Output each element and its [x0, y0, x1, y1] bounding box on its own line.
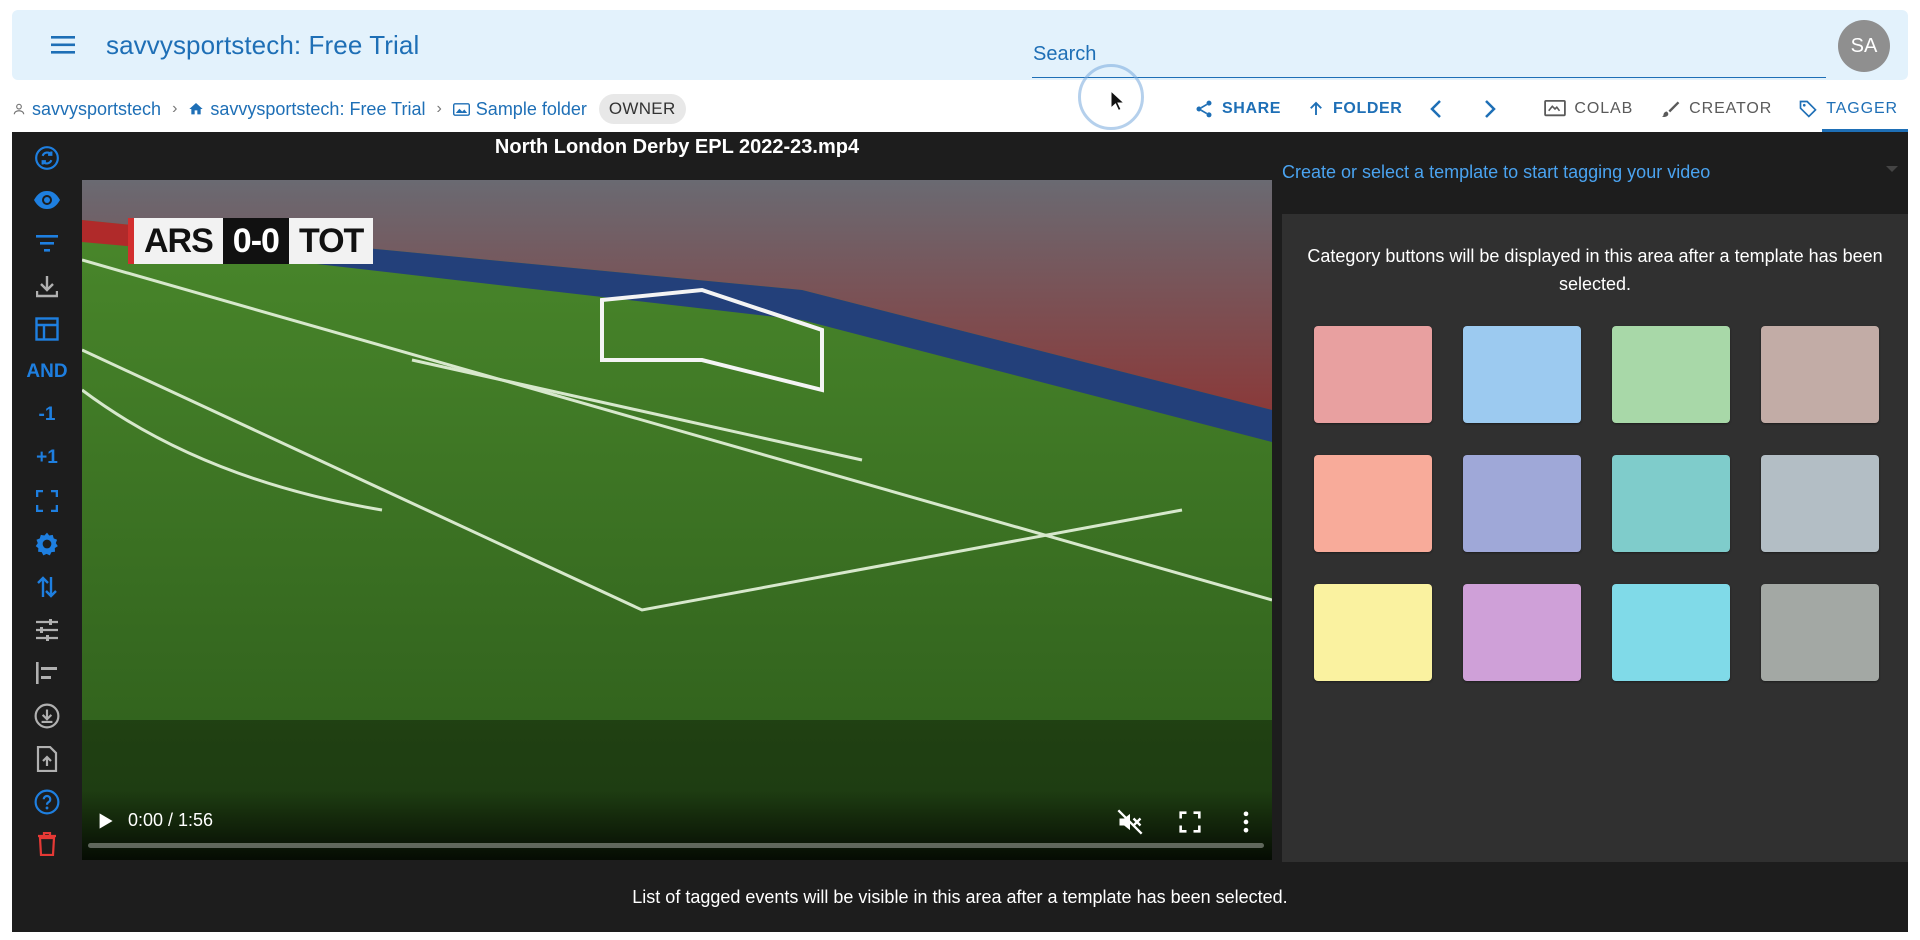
download-circle-icon[interactable] [12, 696, 82, 736]
scorebug: ARS 0-0 TOT [128, 218, 374, 264]
filter-icon[interactable] [12, 223, 82, 263]
breadcrumb-item-folder[interactable]: Sample folder [452, 98, 587, 120]
category-swatch[interactable] [1761, 326, 1879, 423]
tagger-workspace: AND -1 +1 North London Derby EPL 2022-23… [12, 132, 1908, 932]
tag-icon [1799, 100, 1817, 118]
toolbar-actions: SHARE FOLDER COLAB CREATOR TAGGER [1194, 90, 1908, 132]
colab-button[interactable]: COLAB [1544, 100, 1633, 118]
colab-icon [1544, 100, 1567, 117]
template-select[interactable]: Create or select a template to start tag… [1282, 152, 1908, 192]
category-buttons-area: Category buttons will be displayed in th… [1282, 214, 1908, 862]
tagger-tab[interactable]: TAGGER [1798, 99, 1898, 119]
settings-icon[interactable] [12, 524, 82, 564]
breadcrumb-separator: › [172, 100, 178, 117]
breadcrumb-label: savvysportstech [32, 98, 162, 119]
breadcrumb-label: Sample folder [475, 98, 587, 119]
score: 0-0 [222, 218, 289, 264]
next-button[interactable] [1472, 91, 1508, 127]
category-swatch[interactable] [1463, 455, 1581, 552]
video-time: 0:00 / 1:56 [128, 810, 214, 830]
sync-icon[interactable] [12, 138, 82, 178]
menu-icon[interactable] [38, 19, 90, 71]
person-icon [13, 103, 25, 115]
help-icon[interactable] [12, 782, 82, 822]
tagger-label: TAGGER [1826, 100, 1898, 117]
avatar[interactable]: SA [1838, 20, 1890, 72]
sort-icon[interactable] [12, 567, 82, 607]
upload-file-icon[interactable] [12, 739, 82, 779]
align-left-icon[interactable] [12, 653, 82, 693]
fullscreen-icon[interactable] [12, 481, 82, 521]
download-icon[interactable] [12, 266, 82, 306]
share-button[interactable]: SHARE [1194, 99, 1281, 119]
away-team: TOT [288, 218, 374, 264]
tune-icon[interactable] [12, 610, 82, 650]
breadcrumb-item-org[interactable]: savvysportstech [12, 99, 161, 120]
breadcrumb-item-workspace[interactable]: savvysportstech: Free Trial [188, 99, 425, 120]
category-swatch[interactable] [1314, 455, 1432, 552]
app-title: savvysportstech: Free Trial [106, 29, 420, 60]
eye-icon[interactable] [12, 180, 82, 220]
breadcrumb-label: savvysportstech: Free Trial [210, 98, 426, 119]
category-swatch[interactable] [1761, 455, 1879, 552]
share-label: SHARE [1222, 100, 1282, 117]
role-chip: OWNER [598, 94, 686, 124]
mute-icon[interactable] [1116, 808, 1144, 836]
colab-label: COLAB [1574, 100, 1634, 117]
more-options-icon[interactable] [1232, 808, 1260, 836]
app-root: savvysportstech: Free Trial SA savvyspor… [0, 0, 1920, 940]
video-player[interactable]: ARS 0-0 TOT 0:00 / 1:56 [82, 180, 1272, 860]
play-icon[interactable] [92, 808, 118, 834]
minus-one-button[interactable]: -1 [12, 395, 82, 435]
category-swatch[interactable] [1463, 584, 1581, 681]
category-swatch[interactable] [1463, 326, 1581, 423]
creator-label: CREATOR [1689, 100, 1773, 117]
search-field[interactable] [1032, 32, 1826, 78]
template-prompt: Create or select a template to start tag… [1282, 161, 1711, 182]
video-title: North London Derby EPL 2022-23.mp4 [494, 136, 860, 158]
category-swatch[interactable] [1612, 455, 1730, 552]
category-swatch[interactable] [1761, 584, 1879, 681]
tagger-panel: Create or select a template to start tag… [1272, 132, 1908, 862]
breadcrumb-separator: › [436, 100, 442, 117]
table-icon[interactable] [12, 309, 82, 349]
events-placeholder-message: List of tagged events will be visible in… [632, 886, 1288, 907]
creator-button[interactable]: CREATOR [1661, 99, 1772, 119]
category-placeholder-message: Category buttons will be displayed in th… [1307, 246, 1883, 294]
previous-button[interactable] [1418, 91, 1454, 127]
video-controls: 0:00 / 1:56 [82, 790, 1272, 860]
category-swatch[interactable] [1314, 584, 1432, 681]
fullscreen-icon[interactable] [1176, 808, 1204, 836]
folder-label: FOLDER [1333, 100, 1403, 117]
search-input[interactable] [1032, 43, 1826, 66]
video-frame [82, 180, 1272, 860]
breadcrumb-bar: savvysportstech › savvysportstech: Free … [12, 90, 1908, 132]
category-swatch[interactable] [1612, 584, 1730, 681]
home-icon [189, 103, 204, 115]
brush-icon [1661, 101, 1680, 118]
and-toggle[interactable]: AND [12, 352, 82, 392]
chevron-left-icon [1430, 100, 1442, 118]
folder-button[interactable]: FOLDER [1307, 100, 1402, 118]
category-swatch[interactable] [1612, 326, 1730, 423]
delete-icon[interactable] [12, 824, 82, 864]
chevron-down-icon [1886, 166, 1898, 172]
category-swatch[interactable] [1314, 326, 1432, 423]
plus-one-button[interactable]: +1 [12, 438, 82, 478]
chevron-right-icon [1485, 100, 1497, 118]
tool-sidebar: AND -1 +1 [12, 132, 82, 862]
arrow-up-icon [1310, 101, 1322, 115]
home-team: ARS [134, 218, 223, 264]
video-progress-bar[interactable] [88, 843, 1264, 848]
share-icon [1196, 100, 1212, 118]
folder-image-icon [452, 102, 470, 116]
app-bar: savvysportstech: Free Trial SA [12, 10, 1908, 80]
